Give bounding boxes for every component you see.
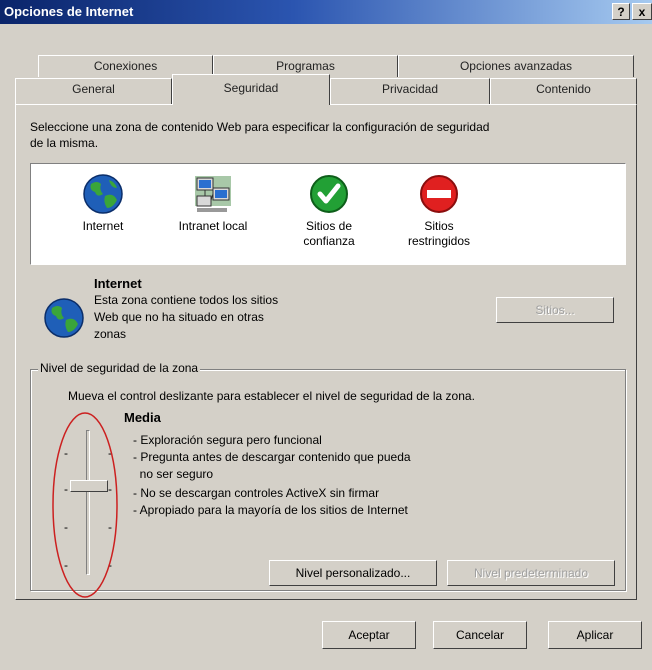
tab-seguridad[interactable]: Seguridad (172, 74, 330, 105)
globe-icon (44, 298, 84, 338)
ok-button[interactable]: Aceptar (322, 621, 416, 649)
tab-label: Privacidad (381, 82, 439, 96)
cancel-button[interactable]: Cancelar (433, 621, 527, 649)
security-level-group-label: Nivel de seguridad de la zona (38, 361, 201, 375)
apply-button[interactable]: Aplicar (548, 621, 642, 649)
custom-level-button[interactable]: Nivel personalizado... (269, 560, 437, 586)
sites-button[interactable]: Sitios... (496, 297, 614, 323)
help-button[interactable]: ? (612, 3, 630, 20)
zone-description-line: Web que no ha situado en otras (94, 310, 264, 324)
zone-description-line: Esta zona contiene todos los sitios (94, 293, 279, 307)
no-entry-icon (420, 175, 458, 213)
security-level-name: Media (124, 410, 161, 425)
close-button[interactable]: x (632, 3, 652, 20)
tab-label: Opciones avanzadas (459, 59, 573, 73)
tab-privacidad[interactable]: Privacidad (330, 78, 490, 104)
level-bullet: - Exploración segura pero funcional (133, 433, 322, 447)
network-computers-icon (195, 176, 231, 212)
tab-opciones-avanzadas[interactable]: Opciones avanzadas (398, 55, 634, 77)
zone-sitios-restringidos[interactable]: Sitios restringidos (389, 172, 489, 249)
selected-zone-title: Internet (94, 276, 142, 291)
close-icon: x (638, 5, 646, 19)
tab-contenido[interactable]: Contenido (490, 78, 637, 104)
title-bar[interactable]: Opciones de Internet ? x (0, 0, 652, 24)
zone-label: Intranet local (178, 219, 248, 233)
zone-sitios-confianza[interactable]: Sitios de confianza (279, 172, 379, 249)
zone-description-line: zonas (94, 327, 127, 341)
zone-label-2: confianza (303, 234, 355, 248)
ok-button-label: Aceptar (348, 628, 390, 642)
default-level-button[interactable]: Nivel predeterminado (447, 560, 615, 586)
zone-label: Sitios (424, 219, 454, 233)
globe-icon (83, 174, 123, 214)
tab-label: General (72, 82, 115, 96)
zone-label: Internet (82, 219, 124, 233)
zone-list[interactable]: Internet Intranet local Sitios de confia… (30, 163, 626, 265)
custom-level-button-label: Nivel personalizado... (295, 566, 411, 580)
default-level-button-label: Nivel predeterminado (473, 566, 589, 580)
tab-label: Contenido (536, 82, 591, 96)
zone-label: Sitios de (305, 219, 353, 233)
cancel-button-label: Cancelar (455, 628, 505, 642)
sites-button-label: Sitios... (535, 303, 575, 317)
tab-label: Seguridad (223, 81, 279, 95)
internet-options-window: Opciones de Internet ? x Conexiones Prog… (0, 0, 652, 670)
level-bullet: - Pregunta antes de descargar contenido … (133, 450, 411, 464)
zone-intro-text-2: de la misma. (30, 136, 99, 150)
check-icon (310, 175, 348, 213)
slider-instruction: Mueva el control deslizante para estable… (68, 389, 475, 403)
apply-button-label: Aplicar (576, 628, 614, 642)
zone-label-2: restringidos (407, 234, 471, 248)
level-bullet: no ser seguro (133, 467, 214, 481)
red-annotation-ellipse (52, 412, 118, 598)
zone-internet[interactable]: Internet (53, 172, 153, 234)
level-bullet: - Apropiado para la mayoría de los sitio… (133, 503, 408, 517)
help-icon: ? (617, 5, 625, 19)
tab-general[interactable]: General (15, 78, 172, 104)
tab-label: Programas (276, 59, 335, 73)
level-bullet: - No se descargan controles ActiveX sin … (133, 486, 380, 500)
zone-intro-text: Seleccione una zona de contenido Web par… (30, 120, 490, 134)
window-title: Opciones de Internet (4, 4, 134, 19)
zone-intranet-local[interactable]: Intranet local (163, 172, 263, 234)
tab-label: Conexiones (93, 59, 158, 73)
